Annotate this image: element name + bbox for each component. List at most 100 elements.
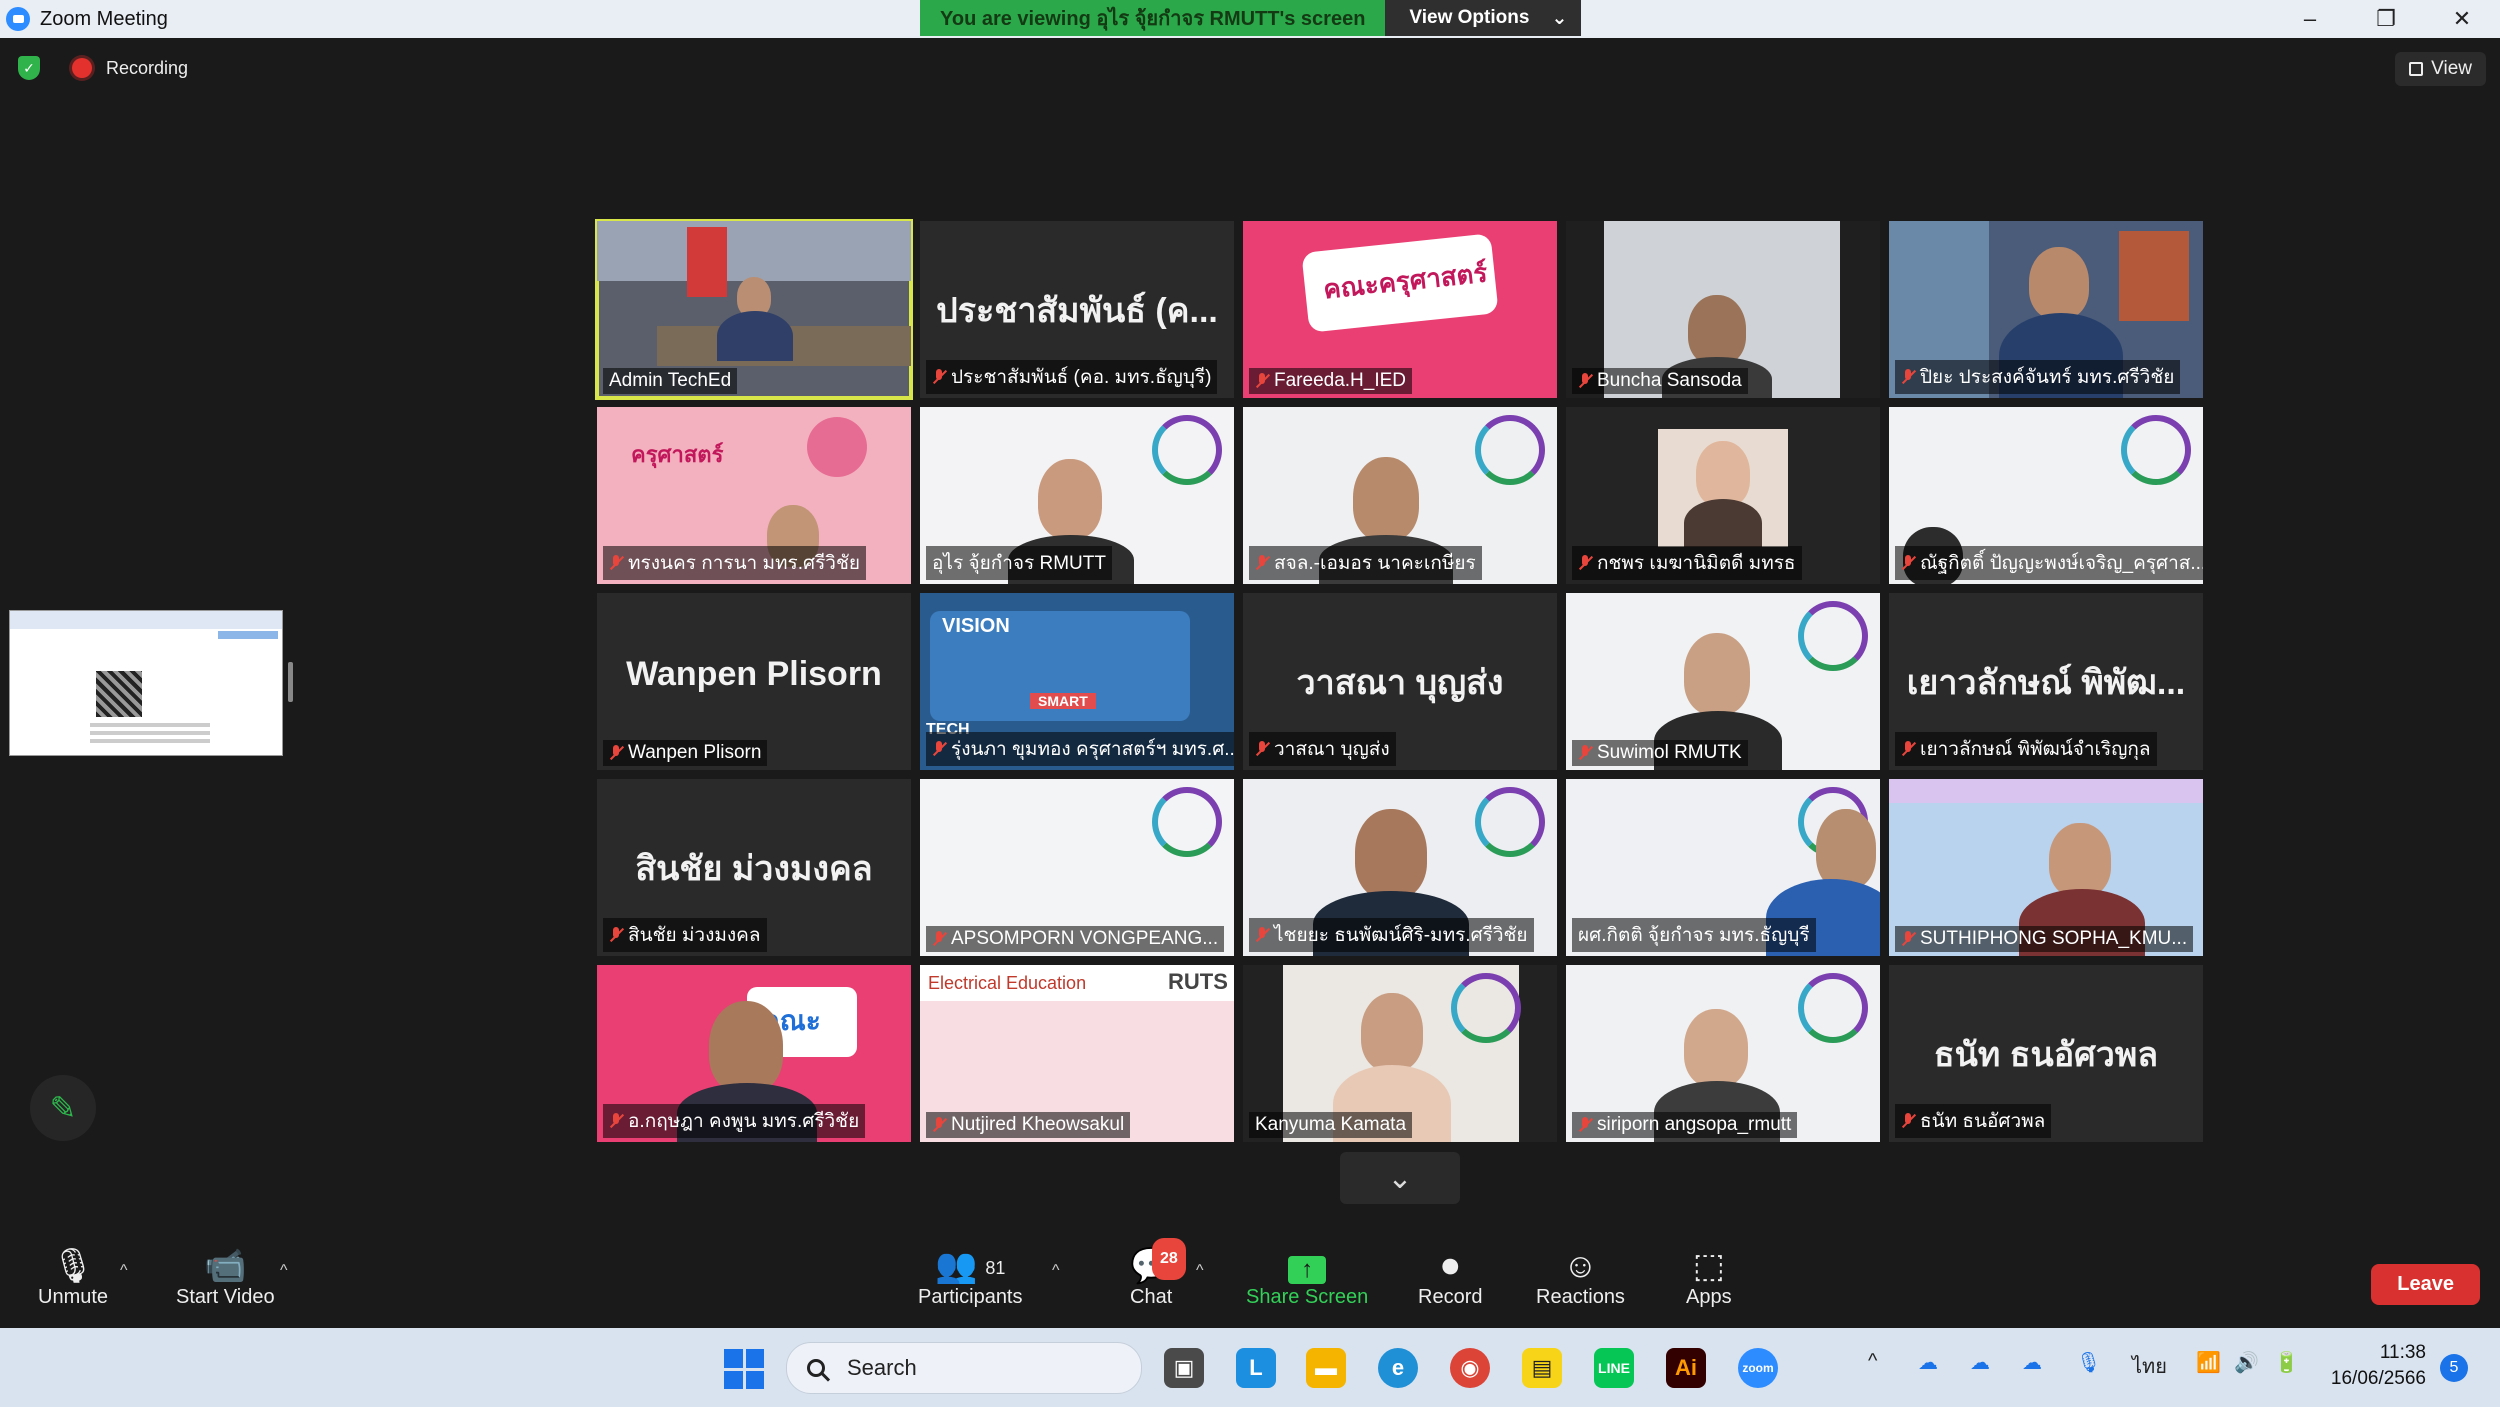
window-title: Zoom Meeting: [40, 7, 168, 30]
shield-icon[interactable]: ✓: [18, 56, 40, 80]
video-tile[interactable]: คณะครุศาสตร์ Fareeda.H_IED: [1243, 221, 1557, 398]
participant-big-name: ประชาสัมพันธ์ (ค...: [936, 292, 1218, 330]
person-body: [717, 311, 793, 361]
onedrive-icon[interactable]: ☁: [1970, 1350, 1990, 1375]
file-explorer-icon[interactable]: ▬: [1306, 1348, 1346, 1388]
shrine: [2119, 231, 2189, 321]
participant-label: Nutjired Kheowsakul: [926, 1112, 1131, 1138]
view-options-button[interactable]: View Options ⌄: [1385, 0, 1582, 36]
record-icon: ⏺: [1441, 1247, 1459, 1285]
input-language[interactable]: ไทย: [2132, 1350, 2167, 1382]
apps-icon: ⬚: [1692, 1247, 1725, 1285]
view-button[interactable]: View: [2395, 52, 2486, 86]
audio-options-caret[interactable]: ^: [120, 1262, 128, 1280]
chat-button[interactable]: 💬28 Chat: [1130, 1238, 1186, 1309]
video-tile[interactable]: ไชยยะ ธนพัฒน์ศิริ-มทร.ศรีวิชัย: [1243, 779, 1557, 956]
reactions-label: Reactions: [1536, 1286, 1625, 1308]
share-screen-button[interactable]: ↑ Share Screen: [1246, 1246, 1368, 1309]
illustrator-icon[interactable]: Ai: [1666, 1348, 1706, 1388]
video-tile[interactable]: VISION SMART TECH รุ่งนภา ขุมทอง ครุศาสต…: [920, 593, 1234, 770]
zoom-logo-icon: [6, 7, 30, 31]
thumbnail-resize-handle[interactable]: [288, 662, 293, 702]
mic-muted-icon: [609, 555, 623, 571]
video-tile[interactable]: SUTHIPHONG SOPHA_KMU...: [1889, 779, 2203, 956]
battery-icon[interactable]: 🔋: [2274, 1350, 2299, 1375]
chrome-icon[interactable]: ◉: [1450, 1348, 1490, 1388]
video-tile[interactable]: กชพร เมฆานิมิตดี มทรธ: [1566, 407, 1880, 584]
video-tile[interactable]: ครุศาสตร์ ทรงนคร การนา มทร.ศรีวิชัย: [597, 407, 911, 584]
participant-label: อุไร จุ้ยกำจร RMUTT: [926, 546, 1112, 580]
microphone-icon[interactable]: 🎙: [2076, 1350, 2101, 1375]
person-head: [2029, 247, 2089, 319]
apps-button[interactable]: ⬚ Apps: [1686, 1246, 1732, 1309]
participants-label: Participants: [918, 1286, 1023, 1308]
close-button[interactable]: ✕: [2424, 0, 2500, 38]
participants-options-caret[interactable]: ^: [1052, 1262, 1060, 1280]
participant-label: สินชัย ม่วงมงคล: [603, 918, 767, 952]
windows-start-icon[interactable]: [724, 1349, 764, 1389]
mic-muted-icon: [932, 1117, 946, 1133]
line-app-icon[interactable]: LINE: [1594, 1348, 1634, 1388]
participant-name: Buncha Sansoda: [1597, 370, 1742, 391]
record-button[interactable]: ⏺ Record: [1418, 1246, 1482, 1309]
video-tile[interactable]: สินชัย ม่วงมงคล สินชัย ม่วงมงคล: [597, 779, 911, 956]
onedrive-icon[interactable]: ☁: [1918, 1350, 1938, 1375]
window-controls: – ❐ ✕: [2272, 0, 2500, 38]
minimize-button[interactable]: –: [2272, 0, 2348, 38]
video-tile[interactable]: ผศ.กิตติ จุ้ยกำจร มทร.ธัญบุรี: [1566, 779, 1880, 956]
participant-name: รุ่งนภา ขุมทอง ครุศาสตร์ฯ มทร.ศ...: [951, 739, 1234, 760]
unmute-button[interactable]: 🎙 Unmute: [38, 1246, 108, 1309]
person-head: [1684, 633, 1750, 715]
video-tile[interactable]: ประชาสัมพันธ์ (ค... ประชาสัมพันธ์ (คอ. ม…: [920, 221, 1234, 398]
video-tile[interactable]: ปิยะ ประสงค์จันทร์ มทร.ศรีวิชัย: [1889, 221, 2203, 398]
participants-icon: 👥 81: [935, 1247, 1006, 1285]
wifi-icon[interactable]: 📶: [2196, 1350, 2221, 1375]
person-head: [709, 1001, 783, 1093]
video-tile[interactable]: วาสณา บุญส่ง วาสณา บุญส่ง: [1243, 593, 1557, 770]
next-page-button[interactable]: ⌄: [1340, 1152, 1460, 1204]
video-tile[interactable]: Suwimol RMUTK: [1566, 593, 1880, 770]
video-tile[interactable]: ธนัท ธนอัศวพล ธนัท ธนอัศวพล: [1889, 965, 2203, 1142]
layout-icon: [2409, 62, 2424, 76]
video-tile[interactable]: Buncha Sansoda: [1566, 221, 1880, 398]
participant-label: สจล.-เอมอร นาคะเกษียร: [1249, 546, 1482, 580]
video-tile[interactable]: Wanpen Plisorn Wanpen Plisorn: [597, 593, 911, 770]
video-tile[interactable]: Admin TechEd: [595, 219, 913, 400]
video-tile[interactable]: เยาวลักษณ์ พิพัฒ... เยาวลักษณ์ พิพัฒน์จำ…: [1889, 593, 2203, 770]
participant-name: Nutjired Kheowsakul: [951, 1114, 1125, 1135]
academy-logo-icon: [1152, 787, 1222, 857]
pencil-icon[interactable]: ✎: [30, 1075, 96, 1141]
participant-label: ณัฐกิตติ์ ปัญญะพงษ์เจริญ_ครุศาส...: [1895, 546, 2203, 580]
edge-browser-icon[interactable]: e: [1378, 1348, 1418, 1388]
tray-overflow-icon[interactable]: ^: [1868, 1350, 1877, 1373]
video-tile[interactable]: สจล.-เอมอร นาคะเกษียร: [1243, 407, 1557, 584]
chat-options-caret[interactable]: ^: [1196, 1262, 1204, 1280]
slide-title: Electrical Education: [928, 973, 1087, 993]
unmute-label: Unmute: [38, 1286, 109, 1308]
reactions-button[interactable]: ☺ Reactions: [1536, 1246, 1625, 1309]
sticky-notes-icon[interactable]: ▤: [1522, 1348, 1562, 1388]
taskbar-search[interactable]: Search: [786, 1342, 1142, 1394]
restore-button[interactable]: ❐: [2348, 0, 2424, 38]
zoom-app-icon[interactable]: zoom: [1738, 1348, 1778, 1388]
video-tile[interactable]: Electrical Education RUTS Nutjired Kheow…: [920, 965, 1234, 1142]
volume-icon[interactable]: 🔊: [2234, 1350, 2259, 1375]
shared-screen-thumbnail[interactable]: [9, 610, 283, 756]
video-options-caret[interactable]: ^: [280, 1262, 288, 1280]
participant-name: กชพร เมฆานิมิตดี มทรธ: [1597, 553, 1796, 574]
notification-badge[interactable]: 5: [2440, 1354, 2468, 1382]
video-tile[interactable]: APSOMPORN VONGPEANG...: [920, 779, 1234, 956]
leave-button[interactable]: Leave: [2371, 1264, 2480, 1305]
chevron-down-icon: ⌄: [1387, 1161, 1413, 1195]
participant-name: APSOMPORN VONGPEANG...: [951, 928, 1219, 949]
video-tile[interactable]: siriporn angsopa_rmutt: [1566, 965, 1880, 1142]
video-tile[interactable]: อุไร จุ้ยกำจร RMUTT: [920, 407, 1234, 584]
video-tile[interactable]: ณัฐกิตติ์ ปัญญะพงษ์เจริญ_ครุศาส...: [1889, 407, 2203, 584]
video-tile[interactable]: คณะ อ.กฤษฎา คงพูน มทร.ศรีวิชัย: [597, 965, 911, 1142]
participants-button[interactable]: 👥 81 Participants: [918, 1246, 1023, 1309]
task-view-icon[interactable]: ▣: [1164, 1348, 1204, 1388]
video-tile[interactable]: Kanyuma Kamata: [1243, 965, 1557, 1142]
line-works-icon[interactable]: L: [1236, 1348, 1276, 1388]
onedrive-icon[interactable]: ☁: [2022, 1350, 2042, 1375]
start-video-button[interactable]: 📹 Start Video: [176, 1246, 275, 1309]
